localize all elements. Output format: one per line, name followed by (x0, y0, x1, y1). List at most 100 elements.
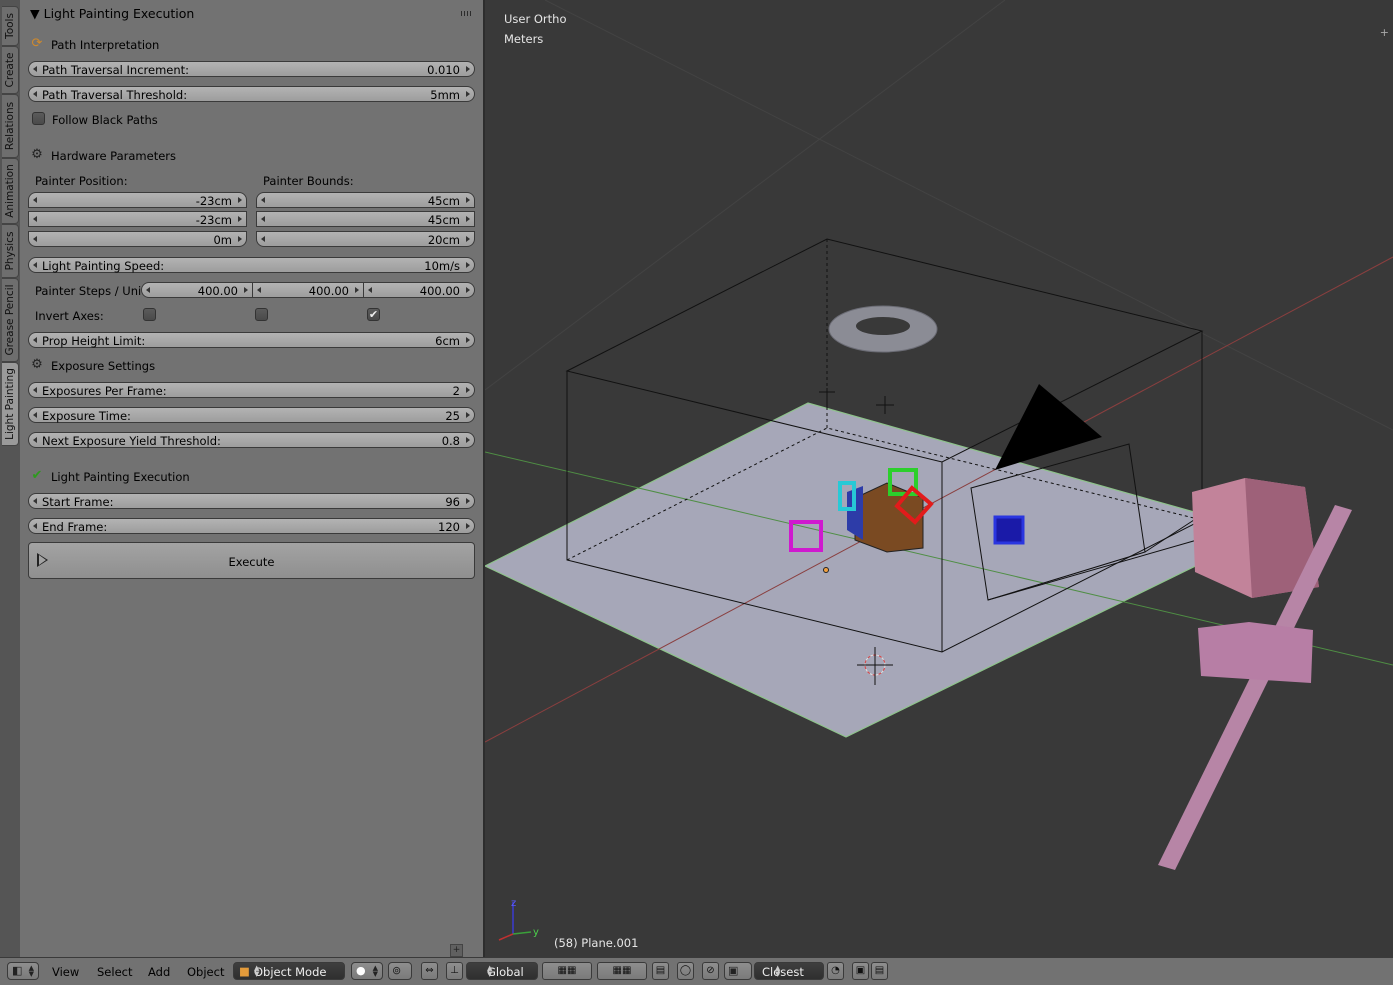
pivot-point-button[interactable]: ⊚ (388, 962, 412, 980)
end-frame-field[interactable]: End Frame: 120 (28, 518, 475, 534)
tab-animation[interactable]: Animation (2, 158, 19, 224)
tab-light-painting[interactable]: Light Painting (2, 362, 19, 446)
object-mode-icon: ■ (239, 964, 250, 978)
layers-grid-icon-2[interactable]: ▦▦ (597, 962, 647, 980)
menu-add[interactable]: Add (148, 965, 170, 979)
painter-position-x-field[interactable]: -23cm (28, 192, 247, 208)
invert-z-checkbox[interactable]: ✔ (367, 308, 380, 321)
chevron-updown-icon: ▲ ▼ (28, 964, 34, 978)
increment-arrow-icon[interactable] (466, 66, 470, 72)
layer-lock-icon[interactable]: ▤ (652, 962, 669, 980)
invert-x-checkbox[interactable] (143, 308, 156, 321)
tab-create[interactable]: Create (2, 46, 19, 94)
decrement-arrow-icon[interactable] (33, 66, 37, 72)
active-object-label: (58) Plane.001 (554, 936, 639, 950)
editor-type-button[interactable]: ◧ ▲ ▼ (7, 962, 39, 980)
painter-bounds-x-field[interactable]: 45cm (256, 192, 475, 208)
hardware-parameters-header: Hardware Parameters (51, 149, 177, 163)
menu-view[interactable]: View (52, 965, 79, 979)
increment-arrow-icon[interactable] (466, 91, 470, 97)
exposure-time-field[interactable]: Exposure Time: 25 (28, 407, 475, 423)
light-painting-speed-field[interactable]: Light Painting Speed: 10m/s (28, 257, 475, 273)
execution-header: Light Painting Execution (51, 470, 190, 484)
shading-sphere-icon: ● (356, 964, 366, 977)
exposure-settings-header: Exposure Settings (51, 359, 156, 373)
gizmo-z-label: z (511, 898, 516, 909)
viewport-plus-icon[interactable]: + (1380, 26, 1389, 39)
snap-element-button[interactable]: ▣ (724, 962, 752, 980)
menu-object[interactable]: Object (187, 965, 224, 979)
tab-relations[interactable]: Relations (2, 94, 19, 158)
grid-line (544, 0, 1393, 431)
checkmark-icon: ✔ (31, 468, 43, 483)
torus-hole (856, 317, 910, 335)
next-exposure-yield-field[interactable]: Next Exposure Yield Threshold: 0.8 (28, 432, 475, 448)
chevron-updown-icon: ▲ ▼ (487, 964, 493, 978)
proportional-edit-icon[interactable]: ◯ (677, 962, 694, 980)
decrement-arrow-icon[interactable] (33, 91, 37, 97)
exposures-per-frame-field[interactable]: Exposures Per Frame: 2 (28, 382, 475, 398)
snap-element-icon: ▣ (728, 964, 739, 977)
mode-select[interactable]: ■ Object Mode ▲ ▼ (233, 962, 345, 980)
tab-tools[interactable]: Tools (2, 6, 19, 46)
gizmo-y-axis (512, 931, 532, 935)
light-painting-panel: ▼ Light Painting Execution ⟳ Path Interp… (20, 0, 485, 957)
snap-align-icon[interactable]: ◔ (827, 962, 844, 980)
render-clapper-icon[interactable]: ▤ (871, 962, 888, 980)
prop-height-limit-field[interactable]: Prop Height Limit: 6cm (28, 332, 475, 348)
view-name-label: User Ortho (504, 12, 567, 26)
collapse-triangle-icon: ▼ (30, 6, 40, 21)
pink-slab[interactable] (1198, 622, 1313, 683)
manipulator-icon[interactable]: ⇔ (421, 962, 438, 980)
ground-plane[interactable] (485, 403, 1265, 737)
panel-title[interactable]: ▼ Light Painting Execution (30, 6, 194, 21)
transform-gizmo-icon[interactable]: ⊥ (446, 962, 463, 980)
path-traversal-threshold-field[interactable]: Path Traversal Threshold: 5mm (28, 86, 475, 102)
gear-icon: ⚙ (31, 147, 43, 162)
drag-handle-icon[interactable] (461, 11, 473, 16)
gizmo-y-label: y (533, 927, 539, 938)
start-frame-field[interactable]: Start Frame: 96 (28, 493, 475, 509)
follow-black-paths-checkbox[interactable] (32, 112, 45, 125)
viewport-shading-button[interactable]: ● ▲ ▼ (351, 962, 383, 980)
painter-position-label: Painter Position: (35, 174, 128, 188)
gizmo-x-axis (498, 933, 514, 941)
tab-grease-pencil[interactable]: Grease Pencil (2, 278, 19, 362)
path-curve-icon: ⟳ (31, 36, 43, 51)
menu-select[interactable]: Select (97, 965, 132, 979)
layers-grid-icon[interactable]: ▦▦ (542, 962, 592, 980)
invert-axes-label: Invert Axes: (35, 309, 104, 323)
painter-steps-y-field[interactable]: 400.00 (252, 282, 364, 298)
painter-steps-x-field[interactable]: 400.00 (141, 282, 253, 298)
origin-dot (823, 567, 829, 573)
chevron-updown-icon: ▲ ▼ (254, 964, 260, 978)
cube-editor-icon: ◧ (12, 964, 23, 977)
3d-viewport[interactable]: z y User Ortho Meters (58) Plane.001 + (485, 0, 1393, 957)
painter-position-y-field[interactable]: -23cm (28, 211, 247, 227)
units-label: Meters (504, 32, 544, 46)
path-traversal-increment-field[interactable]: Path Traversal Increment: 0.010 (28, 61, 475, 77)
painter-steps-z-field[interactable]: 400.00 (363, 282, 475, 298)
camera-settings-icon: ⚙ (31, 357, 43, 372)
blue-cube[interactable] (993, 515, 1025, 545)
render-camera-icon[interactable]: ▣ (852, 962, 869, 980)
chevron-updown-icon: ▲ ▼ (775, 964, 781, 978)
tool-shelf-tabs: Tools Create Relations Animation Physics… (0, 0, 21, 957)
pivot-icon: ⊚ (392, 964, 402, 977)
tab-physics[interactable]: Physics (2, 224, 19, 278)
follow-black-paths-label: Follow Black Paths (52, 113, 158, 127)
painter-bounds-z-field[interactable]: 20cm (256, 231, 475, 247)
snap-target-select[interactable]: Closest ▲ ▼ (754, 962, 824, 980)
viewport-header: ◧ ▲ ▼ View Select Add Object ■ Object Mod… (0, 957, 1393, 985)
path-interpretation-header: Path Interpretation (51, 38, 160, 52)
invert-y-checkbox[interactable] (255, 308, 268, 321)
painter-steps-label: Painter Steps / Unit: (35, 284, 150, 298)
orientation-select[interactable]: Global ▲ ▼ (466, 962, 538, 980)
panel-resize-plus-icon[interactable]: + (450, 944, 463, 957)
painter-bounds-label: Painter Bounds: (263, 174, 354, 188)
scene-canvas[interactable]: z y (485, 0, 1393, 957)
snap-magnet-icon[interactable]: ⊘ (702, 962, 719, 980)
painter-position-z-field[interactable]: 0m (28, 231, 247, 247)
painter-bounds-y-field[interactable]: 45cm (256, 211, 475, 227)
execute-button[interactable]: Execute (28, 542, 475, 579)
